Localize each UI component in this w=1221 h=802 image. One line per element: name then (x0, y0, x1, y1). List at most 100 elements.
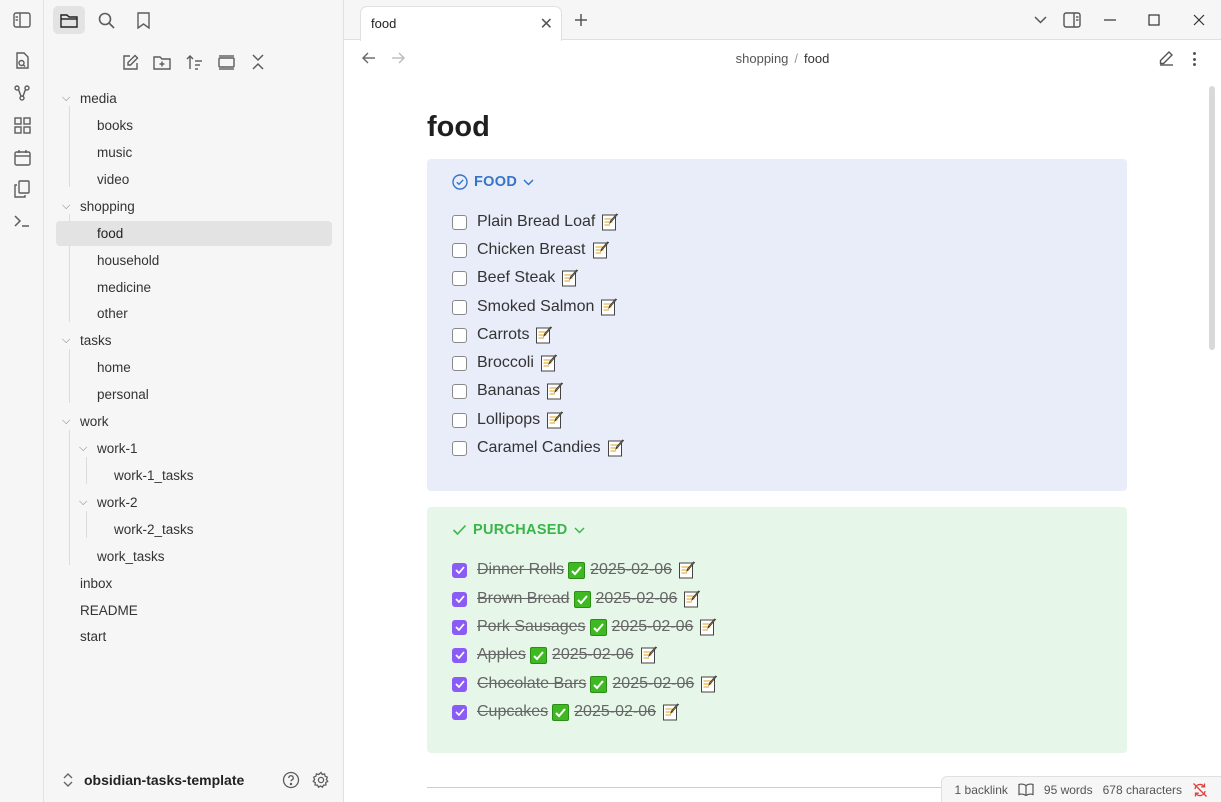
tab-food[interactable]: food ✕ (360, 6, 562, 41)
tree-item-label: work-1 (97, 441, 138, 456)
tree-folder-shopping[interactable]: ⌵ shopping (56, 194, 332, 219)
done-date: 2025-02-06 (612, 675, 695, 692)
task-checkbox[interactable] (452, 327, 467, 343)
tree-folder-work-1[interactable]: ⌵ work-1 (56, 436, 332, 461)
task-checkbox[interactable] (452, 299, 467, 315)
edit-pencil-icon[interactable] (1158, 50, 1176, 68)
breadcrumb-current[interactable]: food (804, 51, 829, 66)
bookmarks-tab-icon[interactable] (127, 6, 159, 34)
more-options-icon[interactable] (1187, 50, 1201, 68)
backlink-count[interactable]: 1 backlink (955, 783, 1008, 797)
new-note-icon[interactable] (118, 50, 142, 74)
task-item-done: Cupcakes 2025-02-06 (452, 701, 680, 723)
tree-file-work-tasks[interactable]: work_tasks (56, 544, 332, 569)
tree-file-personal[interactable]: personal (56, 382, 332, 407)
tree-file-music[interactable]: music (56, 140, 332, 165)
reading-view-book-icon[interactable] (1018, 783, 1034, 796)
task-checkbox[interactable] (452, 412, 467, 428)
graph-view-icon[interactable] (12, 83, 32, 103)
window-close-icon[interactable] (1189, 10, 1209, 30)
tree-item-label: household (97, 253, 160, 268)
settings-gear-icon[interactable] (312, 771, 330, 789)
sort-order-icon[interactable] (182, 50, 206, 74)
vault-footer: obsidian-tasks-template (44, 758, 344, 802)
canvas-icon[interactable] (12, 115, 32, 135)
callout-food-title[interactable]: FOOD (452, 174, 534, 190)
task-checkbox[interactable] (452, 383, 467, 399)
memo-icon (592, 241, 610, 259)
callout-title-text: FOOD (474, 174, 518, 190)
minimize-icon[interactable] (1100, 10, 1120, 30)
task-checkbox[interactable] (452, 270, 467, 286)
done-date: 2025-02-06 (595, 590, 678, 607)
tree-file-inbox[interactable]: inbox (56, 571, 332, 596)
collapse-all-icon[interactable] (246, 50, 270, 74)
task-item: Broccoli (452, 352, 558, 374)
task-item: Carrots (452, 324, 553, 346)
tree-item-label: books (97, 118, 134, 133)
tree-file-work-1-tasks[interactable]: work-1_tasks (56, 463, 332, 488)
task-text: Dinner Rolls (477, 561, 565, 578)
status-bar: 1 backlink 95 words 678 characters (940, 776, 1221, 802)
tree-file-food[interactable]: food (56, 221, 332, 246)
tree-item-label: video (97, 172, 130, 187)
task-text: Pork Sausages (477, 618, 586, 635)
task-checkbox[interactable] (452, 242, 467, 258)
chevron-down-icon: ⌵ (79, 496, 88, 508)
tree-file-books[interactable]: books (56, 113, 332, 138)
right-sidebar-toggle-icon[interactable] (1062, 10, 1082, 30)
task-checkbox-checked[interactable] (452, 647, 467, 663)
templates-icon[interactable] (12, 179, 32, 199)
tree-file-readme[interactable]: README (56, 598, 332, 623)
help-icon[interactable] (282, 771, 300, 789)
tree-folder-work-2[interactable]: ⌵ work-2 (56, 490, 332, 515)
task-item-done: Pork Sausages 2025-02-06 (452, 616, 717, 638)
task-item: Beef Steak (452, 267, 579, 289)
tree-file-start[interactable]: start (56, 624, 332, 649)
quick-switcher-icon[interactable] (12, 51, 32, 71)
scrollbar[interactable] (1209, 86, 1215, 350)
tree-file-other[interactable]: other (56, 301, 332, 326)
memo-icon (699, 618, 717, 636)
tree-folder-tasks[interactable]: ⌵ tasks (56, 328, 332, 353)
task-checkbox[interactable] (452, 355, 467, 371)
task-item: Smoked Salmon (452, 296, 618, 318)
tree-file-household[interactable]: household (56, 248, 332, 273)
task-checkbox-checked[interactable] (452, 704, 467, 720)
close-icon[interactable]: ✕ (540, 14, 553, 34)
terminal-icon[interactable] (12, 211, 32, 231)
sync-disabled-icon[interactable] (1192, 782, 1208, 798)
task-checkbox[interactable] (452, 214, 467, 230)
calendar-icon[interactable] (12, 147, 32, 167)
tree-file-medicine[interactable]: medicine (56, 275, 332, 300)
files-tab-icon[interactable] (53, 6, 85, 34)
sidebar-toggle-icon[interactable] (12, 10, 32, 30)
breadcrumb-parent[interactable]: shopping (736, 51, 789, 66)
tree-item-label: work_tasks (97, 549, 165, 564)
auto-reveal-icon[interactable] (214, 50, 238, 74)
tab-title: food (371, 16, 397, 31)
tree-file-home[interactable]: home (56, 355, 332, 380)
search-tab-icon[interactable] (90, 6, 122, 34)
tree-item-label: work (80, 414, 109, 429)
maximize-icon[interactable] (1144, 10, 1164, 30)
vault-switcher-icon[interactable] (60, 771, 76, 789)
breadcrumb-separator: / (794, 51, 799, 66)
tree-folder-work[interactable]: ⌵ work (56, 409, 332, 434)
task-checkbox-checked[interactable] (452, 676, 467, 692)
tree-folder-media[interactable]: ⌵ media (56, 86, 332, 111)
tree-item-label: media (80, 91, 117, 106)
callout-purchased-title[interactable]: PURCHASED (452, 522, 585, 538)
tree-file-video[interactable]: video (56, 167, 332, 192)
task-checkbox[interactable] (452, 440, 467, 456)
task-checkbox-checked[interactable] (452, 562, 467, 578)
task-checkbox-checked[interactable] (452, 591, 467, 607)
done-date: 2025-02-06 (590, 561, 672, 578)
tab-list-chevron-down-icon[interactable] (1030, 10, 1050, 30)
task-checkbox-checked[interactable] (452, 619, 467, 635)
new-tab-plus-icon[interactable] (571, 10, 591, 30)
vault-name[interactable]: obsidian-tasks-template (84, 772, 244, 788)
tree-file-work-2-tasks[interactable]: work-2_tasks (56, 517, 332, 542)
tree-item-label: medicine (97, 280, 152, 295)
new-folder-icon[interactable] (150, 50, 174, 74)
